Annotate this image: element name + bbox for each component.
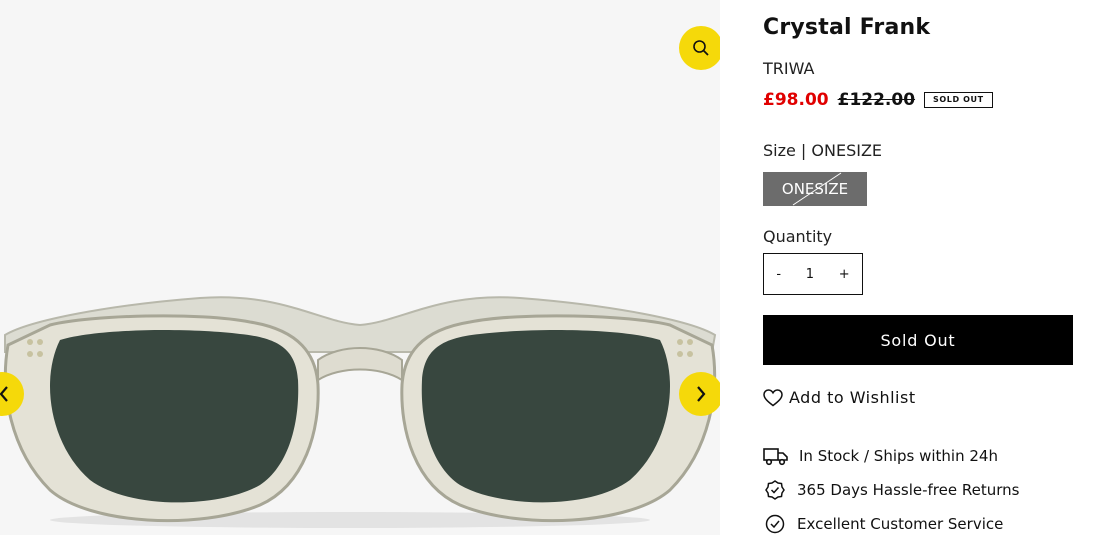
zoom-button[interactable] [679, 26, 720, 70]
compare-price: £122.00 [837, 90, 916, 110]
perk-shipping-text: In Stock / Ships within 24h [799, 447, 998, 465]
chevron-left-icon [0, 386, 8, 402]
next-image-button[interactable] [679, 372, 720, 416]
perk-service: Excellent Customer Service [763, 514, 1003, 534]
wishlist-label: Add to Wishlist [789, 388, 916, 407]
sold-out-badge: SOLD OUT [924, 92, 993, 108]
size-label: Size | ONESIZE [763, 141, 883, 160]
quantity-label: Quantity [763, 227, 833, 246]
delivery-truck-icon [763, 448, 788, 466]
product-image [3, 296, 717, 528]
perk-returns-text: 365 Days Hassle-free Returns [797, 481, 1020, 499]
chevron-right-icon [697, 386, 706, 402]
zoom-icon [693, 40, 709, 56]
perk-service-text: Excellent Customer Service [797, 515, 1004, 533]
verified-badge-icon [765, 480, 785, 500]
product-title: Crystal Frank [763, 15, 931, 40]
previous-image-button[interactable] [0, 372, 24, 416]
quantity-stepper: - 1 + [763, 253, 863, 295]
perk-shipping: In Stock / Ships within 24h [763, 446, 998, 466]
perk-returns: 365 Days Hassle-free Returns [763, 480, 1019, 500]
price-row: £98.00 £122.00 SOLD OUT [763, 90, 993, 110]
product-gallery [0, 0, 720, 535]
size-option-onesize[interactable]: ONESIZE [763, 172, 867, 206]
sale-price: £98.00 [763, 90, 829, 110]
heart-icon [763, 388, 783, 406]
check-circle-icon [765, 514, 785, 534]
product-brand[interactable]: TRIWA [763, 59, 815, 78]
add-to-wishlist-button[interactable]: Add to Wishlist [763, 388, 916, 407]
quantity-increase-button[interactable]: + [839, 267, 850, 282]
quantity-value[interactable]: 1 [806, 267, 814, 282]
size-option-label: ONESIZE [781, 180, 849, 198]
sold-out-button[interactable]: Sold Out [763, 315, 1073, 365]
quantity-decrease-button[interactable]: - [776, 267, 781, 282]
